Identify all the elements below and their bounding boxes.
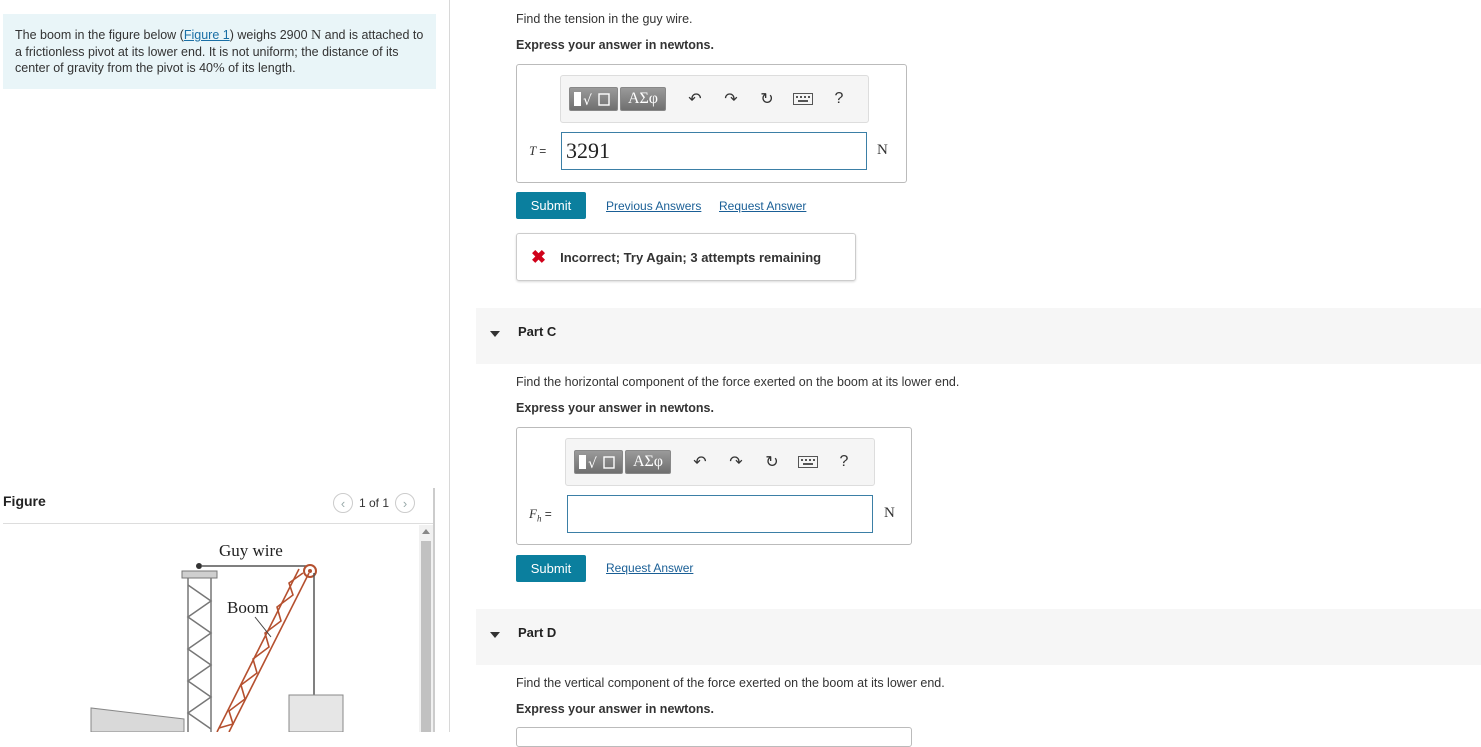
- collapse-triangle-icon[interactable]: [490, 632, 500, 638]
- part-d-title: Part D: [518, 625, 557, 640]
- part-b-instruction: Express your answer in newtons.: [516, 38, 714, 52]
- figure-heading: Figure: [3, 493, 46, 509]
- part-c-answer-box: √ ΑΣφ ↶ ↷ ↻ ? Fh = N: [516, 427, 912, 545]
- part-c-variable: Fh =: [529, 506, 552, 524]
- figure-pager: ‹ 1 of 1 ›: [333, 493, 416, 513]
- figure-divider: [3, 523, 433, 524]
- undo-icon[interactable]: ↶: [680, 87, 710, 111]
- part-c-unit: N: [884, 505, 895, 521]
- tower-cap: [181, 570, 218, 579]
- part-b-answer-input[interactable]: 3291: [561, 132, 867, 170]
- part-d-answer-box: [516, 727, 912, 747]
- part-c-submit-button[interactable]: Submit: [516, 555, 586, 582]
- boom-label-leader: [254, 616, 272, 638]
- boom-figure-drawing: Guy wire Boom: [90, 541, 344, 732]
- keyboard-icon[interactable]: [793, 450, 823, 474]
- part-d-question: Find the vertical component of the force…: [516, 676, 945, 690]
- guy-wire-label: Guy wire: [219, 541, 283, 560]
- previous-answers-link[interactable]: Previous Answers: [606, 199, 701, 213]
- redo-icon[interactable]: ↷: [716, 87, 746, 111]
- incorrect-x-icon: ✖: [531, 246, 547, 267]
- part-d-instruction: Express your answer in newtons.: [516, 702, 714, 716]
- svg-text:√: √: [588, 456, 597, 472]
- figure-scrollbar[interactable]: [419, 525, 433, 732]
- scroll-thumb[interactable]: [421, 541, 431, 732]
- help-icon[interactable]: ?: [829, 450, 859, 474]
- load-block: [288, 694, 344, 732]
- reset-icon[interactable]: ↻: [752, 87, 782, 111]
- part-c-instruction: Express your answer in newtons.: [516, 401, 714, 415]
- part-c-title: Part C: [518, 324, 557, 339]
- figure-link[interactable]: Figure 1: [184, 28, 230, 42]
- scroll-up-icon[interactable]: [422, 529, 430, 534]
- undo-icon[interactable]: ↶: [685, 450, 715, 474]
- part-b-variable: T =: [529, 143, 547, 158]
- part-c-math-toolbar: √ ΑΣφ ↶ ↷ ↻ ?: [565, 438, 875, 486]
- problem-statement-box: The boom in the figure below (Figure 1) …: [3, 14, 436, 89]
- help-icon[interactable]: ?: [824, 87, 854, 111]
- chevron-left-icon[interactable]: ‹: [333, 493, 353, 513]
- part-b-answer-box: √ ΑΣφ ↶ ↷ ↻ ? T = 3291 N: [516, 64, 907, 183]
- part-c-question: Find the horizontal component of the for…: [516, 375, 960, 389]
- tower: [186, 577, 213, 732]
- part-c-header[interactable]: Part C: [476, 308, 1481, 364]
- part-c-answer-input[interactable]: [567, 495, 873, 533]
- collapse-triangle-icon[interactable]: [490, 331, 500, 337]
- pager-count: 1 of 1: [359, 496, 390, 510]
- part-b-unit: N: [877, 142, 888, 158]
- part-c-request-answer-link[interactable]: Request Answer: [606, 561, 693, 575]
- templates-icon[interactable]: √: [569, 87, 618, 111]
- greek-symbols-button[interactable]: ΑΣφ: [625, 450, 671, 474]
- part-b-request-answer-link[interactable]: Request Answer: [719, 199, 806, 213]
- figure-image: Guy wire Boom: [3, 525, 419, 732]
- building: [90, 707, 185, 732]
- feedback-message: ✖ Incorrect; Try Again; 3 attempts remai…: [516, 233, 856, 281]
- greek-symbols-button[interactable]: ΑΣφ: [620, 87, 666, 111]
- redo-icon[interactable]: ↷: [721, 450, 751, 474]
- reset-icon[interactable]: ↻: [757, 450, 787, 474]
- part-b-question: Find the tension in the guy wire.: [516, 12, 693, 26]
- part-b-submit-button[interactable]: Submit: [516, 192, 586, 219]
- boom-label: Boom: [227, 598, 269, 617]
- part-b-math-toolbar: √ ΑΣφ ↶ ↷ ↻ ?: [560, 75, 869, 123]
- pulley-hub: [308, 569, 312, 573]
- templates-icon[interactable]: √: [574, 450, 623, 474]
- svg-text:√: √: [583, 93, 592, 109]
- problem-statement: The boom in the figure below (Figure 1) …: [15, 28, 424, 76]
- part-d-header[interactable]: Part D: [476, 609, 1481, 665]
- figure-panel-edge: [433, 488, 435, 732]
- chevron-right-icon[interactable]: ›: [395, 493, 416, 513]
- keyboard-icon[interactable]: [788, 87, 818, 111]
- column-divider: [449, 0, 450, 732]
